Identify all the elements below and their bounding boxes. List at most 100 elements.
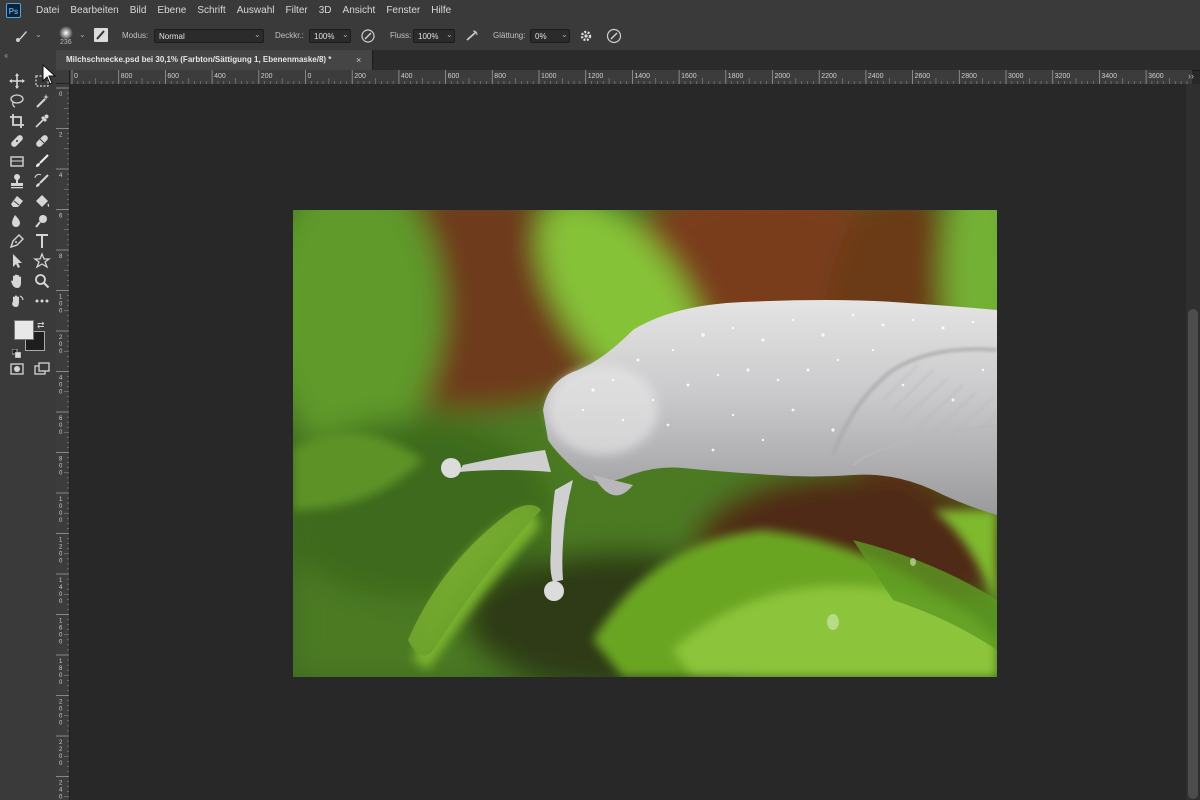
flow-value: 100% xyxy=(418,32,439,41)
gear-icon[interactable] xyxy=(578,28,594,44)
ruler-tick-label: 4 xyxy=(59,376,63,382)
ruler-tick-label: 200 xyxy=(261,73,273,80)
menu-ebene[interactable]: Ebene xyxy=(157,0,186,22)
ruler-tick-label: 0 xyxy=(59,592,63,598)
ruler-tick-label: 0 xyxy=(59,680,63,686)
smoothing-chevron-icon[interactable]: ⌄ xyxy=(561,30,568,39)
menu-bearbeiten[interactable]: Bearbeiten xyxy=(70,0,118,22)
mode-chevron-icon[interactable]: ⌄ xyxy=(254,30,261,39)
more-tools-icon[interactable] xyxy=(33,292,51,310)
vertical-ruler[interactable]: 0246810020040060080010001200140016001800… xyxy=(56,84,70,800)
ruler-tick-label: 1600 xyxy=(681,73,697,80)
swap-colors-icon[interactable]: ⇄ xyxy=(37,320,45,331)
document-tab[interactable]: Milchschnecke.psd bei 30,1% (Farbton/Sät… xyxy=(56,50,373,70)
mode-select[interactable]: Normal xyxy=(154,29,264,43)
vertical-scrollbar[interactable] xyxy=(1186,84,1200,800)
ruler-tick-label: 1 xyxy=(59,497,63,503)
magic-wand-icon[interactable] xyxy=(33,92,51,110)
ruler-tick-label: 2600 xyxy=(915,73,931,80)
history-brush-icon[interactable] xyxy=(33,172,51,190)
ruler-tick-label: 8 xyxy=(59,254,63,260)
frame-icon[interactable] xyxy=(8,152,26,170)
panel-collapse-icon[interactable]: ‹‹ xyxy=(4,51,8,60)
shape-icon[interactable] xyxy=(33,252,51,270)
move-icon[interactable] xyxy=(8,72,26,90)
brush-panel-icon[interactable] xyxy=(94,28,108,42)
dodge-icon[interactable] xyxy=(33,212,51,230)
scrollbar-thumb[interactable] xyxy=(1188,309,1198,799)
brush-preset-chevron-icon[interactable]: ⌄ xyxy=(35,30,42,39)
screen-mode-icon[interactable] xyxy=(33,360,51,378)
eraser-icon[interactable] xyxy=(8,192,26,210)
ruler-tick-label: 1 xyxy=(59,619,63,625)
ruler-tick-label: 0 xyxy=(59,673,63,679)
tools-panel: ‹‹ ⇄ xyxy=(0,50,57,800)
menu-fenster[interactable]: Fenster xyxy=(386,0,420,22)
ruler-tick-label: 3200 xyxy=(1055,73,1071,80)
ruler-tick-label: 0 xyxy=(59,707,63,713)
brush-icon[interactable] xyxy=(33,152,51,170)
slug-photo xyxy=(293,210,997,677)
menu-schrift[interactable]: Schrift xyxy=(197,0,225,22)
crop-icon[interactable] xyxy=(8,112,26,130)
ruler-tick-label: 4 xyxy=(59,788,63,794)
stamp-icon[interactable] xyxy=(8,172,26,190)
menu-3d[interactable]: 3D xyxy=(319,0,332,22)
rotate-view-icon[interactable] xyxy=(8,292,26,310)
menu-hilfe[interactable]: Hilfe xyxy=(431,0,451,22)
ruler-tick-label: 1400 xyxy=(634,73,650,80)
ruler-tick-label: 6 xyxy=(59,214,63,220)
spot-healing-icon[interactable] xyxy=(33,132,51,150)
lasso-icon[interactable] xyxy=(8,92,26,110)
panel-collapse-right-icon[interactable]: ›› xyxy=(1188,71,1194,81)
ruler-tick-label: 400 xyxy=(214,73,226,80)
ruler-tick-label: 4 xyxy=(59,173,63,179)
photoshop-logo[interactable]: Ps xyxy=(6,3,21,18)
document-image[interactable] xyxy=(293,210,997,677)
blur-icon[interactable] xyxy=(8,212,26,230)
pressure-size-icon[interactable] xyxy=(606,28,622,44)
ruler-tick-label: 600 xyxy=(167,73,179,80)
foreground-color-swatch[interactable] xyxy=(14,320,34,340)
ruler-tick-label: 0 xyxy=(59,342,63,348)
ruler-tick-label: 4 xyxy=(59,585,63,591)
path-select-icon[interactable] xyxy=(8,252,26,270)
paint-bucket-icon[interactable] xyxy=(33,192,51,210)
flow-chevron-icon[interactable]: ⌄ xyxy=(446,30,453,39)
menu-bild[interactable]: Bild xyxy=(130,0,147,22)
ruler-tick-label: 8 xyxy=(59,457,63,463)
ruler-tick-label: 0 xyxy=(59,795,63,800)
healing-brush-icon[interactable] xyxy=(8,132,26,150)
ruler-tick-label: 2 xyxy=(59,700,63,706)
menu-datei[interactable]: Datei xyxy=(36,0,59,22)
ruler-tick-label: 0 xyxy=(59,430,63,436)
mode-value: Normal xyxy=(159,32,185,41)
hand-icon[interactable] xyxy=(8,272,26,290)
ruler-tick-label: 0 xyxy=(59,552,63,558)
airbrush-icon[interactable] xyxy=(464,28,480,44)
opacity-value: 100% xyxy=(314,32,335,41)
smoothing-label: Glättung: xyxy=(493,31,526,40)
menu-ansicht[interactable]: Ansicht xyxy=(343,0,376,22)
ruler-tick-label: 0 xyxy=(59,714,63,720)
menu-bar: Ps Datei Bearbeiten Bild Ebene Schrift A… xyxy=(0,0,1200,23)
ruler-tick-label: 0 xyxy=(59,383,63,389)
pen-icon[interactable] xyxy=(8,232,26,250)
pressure-opacity-icon[interactable] xyxy=(360,28,376,44)
menu-filter[interactable]: Filter xyxy=(286,0,308,22)
ruler-tick-label: 0 xyxy=(59,754,63,760)
menu-auswahl[interactable]: Auswahl xyxy=(237,0,275,22)
brush-preset-icon[interactable] xyxy=(14,28,30,44)
default-colors-icon[interactable] xyxy=(11,345,21,358)
quick-mask-icon[interactable] xyxy=(8,360,26,378)
zoom-icon[interactable] xyxy=(33,272,51,290)
type-icon[interactable] xyxy=(33,232,51,250)
opacity-chevron-icon[interactable]: ⌄ xyxy=(342,30,349,39)
ruler-tick-label: 0 xyxy=(59,390,63,396)
brush-size-chevron-icon[interactable]: ⌄ xyxy=(79,30,86,39)
opacity-label: Deckkr.: xyxy=(275,31,304,40)
eyedropper-icon[interactable] xyxy=(33,112,51,130)
close-icon[interactable]: × xyxy=(356,50,361,70)
ruler-origin[interactable] xyxy=(56,70,70,84)
horizontal-ruler[interactable]: 0 800 600 400 200 0 200 400 600 800 1000 1200 1400 16… xyxy=(70,70,1192,85)
